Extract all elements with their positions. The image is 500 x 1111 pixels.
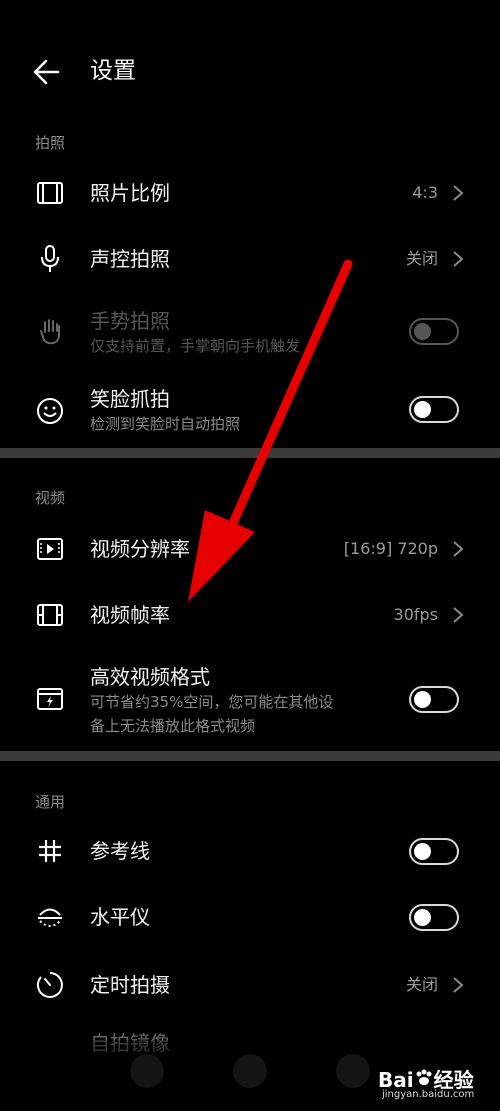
chevron-right-icon [453,541,464,557]
film-strip-icon [37,604,63,626]
setting-title: 高效视频格式 [90,665,210,689]
smile-toggle[interactable] [409,396,459,423]
setting-value: 30fps [393,605,438,624]
setting-value: 4:3 [412,183,438,202]
setting-title: 定时拍摄 [90,973,170,997]
paw-icon [416,1069,432,1085]
setting-video-framerate[interactable]: 视频帧率 30fps [0,582,500,648]
smile-face-icon [37,398,63,424]
setting-title: 笑脸抓拍 [90,387,170,411]
section-label-photo: 拍照 [35,134,66,152]
section-label-video: 视频 [35,489,66,507]
video-play-frame-icon [37,538,63,560]
setting-efficient-video-format[interactable]: 高效视频格式 可节省约35%空间，您可能在其他设 备上无法播放此格式视频 [0,656,500,746]
setting-title: 水平仪 [90,905,150,929]
setting-voice-capture[interactable]: 声控拍照 关闭 [0,226,500,292]
setting-value: 关闭 [405,975,438,994]
efficient-format-toggle[interactable] [409,686,459,713]
setting-grid-lines[interactable]: 参考线 [0,818,500,884]
setting-title: 手势拍照 [90,309,170,333]
setting-smile-capture[interactable]: 笑脸抓拍 检测到笑脸时自动拍照 [0,378,500,448]
setting-gesture-capture: 手势拍照 仅支持前置，手掌朝向手机触发 [0,298,500,368]
back-arrow-icon [33,59,60,85]
nav-home-button[interactable] [233,1054,267,1088]
nav-recent-button[interactable] [336,1054,370,1088]
setting-title: 参考线 [90,839,150,863]
grid-toggle[interactable] [409,838,459,865]
baidu-watermark: Bai 经验 jingyan.baidu.com [378,1064,496,1104]
setting-value: [16:9] 720p [343,539,438,558]
video-format-icon [37,688,63,710]
nav-back-button[interactable] [130,1054,164,1088]
section-label-general: 通用 [35,793,66,811]
setting-aspect-ratio[interactable]: 照片比例 4:3 [0,160,500,226]
back-button[interactable] [28,50,72,94]
setting-subtitle: 仅支持前置，手掌朝向手机触发 [90,337,301,355]
section-divider [0,448,500,458]
microphone-icon [41,245,59,272]
setting-subtitle-line1: 可节省约35%空间，您可能在其他设 [90,693,334,711]
level-toggle[interactable] [409,904,459,931]
chevron-right-icon [453,251,464,267]
hand-palm-icon [40,319,60,345]
setting-subtitle: 检测到笑脸时自动拍照 [90,415,241,433]
setting-title: 声控拍照 [90,247,170,271]
setting-subtitle-line2: 备上无法播放此格式视频 [90,717,256,735]
header-bar: 设置 [0,0,500,120]
chevron-right-icon [453,607,464,623]
photo-frame-icon [37,182,63,204]
setting-value: 关闭 [405,249,438,268]
grid-hash-icon [39,840,61,862]
chevron-right-icon [453,977,464,993]
gesture-toggle [409,318,459,345]
setting-level[interactable]: 水平仪 [0,884,500,950]
setting-title: 视频帧率 [90,603,170,627]
chevron-right-icon [453,185,464,201]
level-icon [38,908,62,927]
setting-title: 照片比例 [90,181,170,205]
timer-icon [36,972,63,998]
section-divider [0,751,500,761]
page-title: 设置 [90,58,136,84]
watermark-url: jingyan.baidu.com [382,1089,475,1100]
setting-video-resolution[interactable]: 视频分辨率 [16:9] 720p [0,516,500,582]
setting-timer[interactable]: 定时拍摄 关闭 [0,952,500,1018]
setting-title: 视频分辨率 [90,537,190,561]
